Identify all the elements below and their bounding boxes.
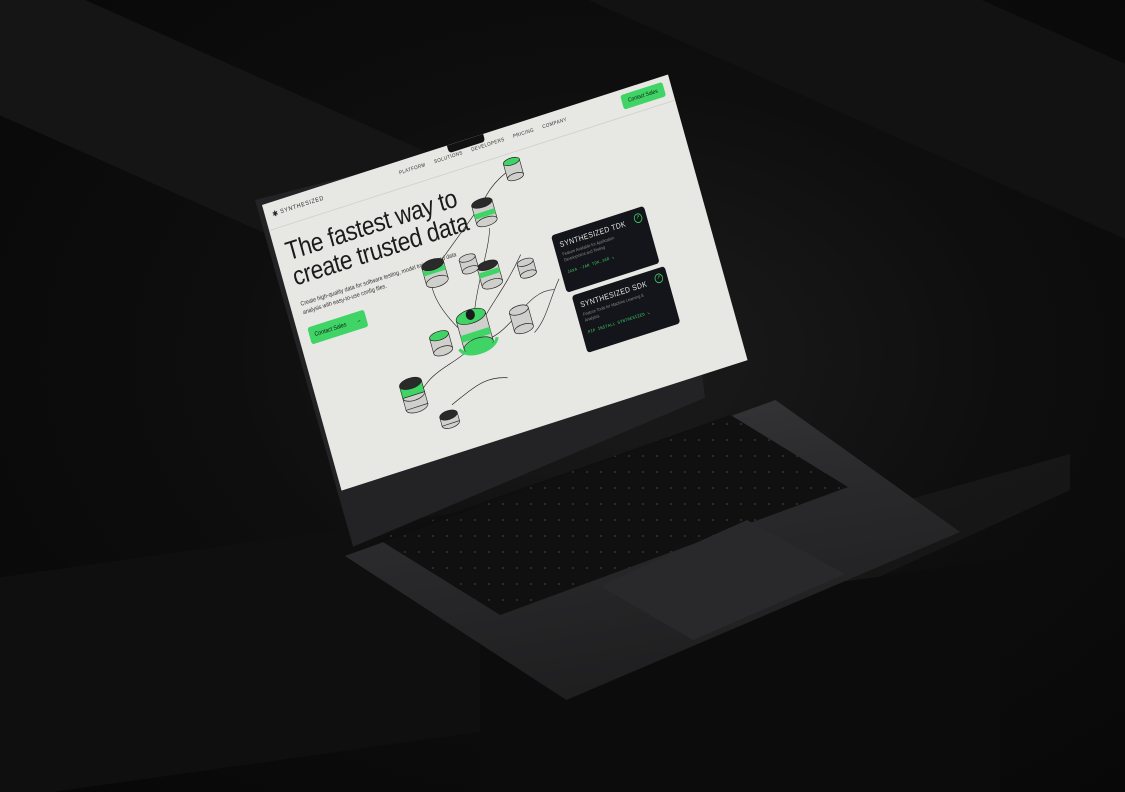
database-stack [508,304,534,335]
database-stack [476,259,504,290]
hero-cta-label: Contact Sales [313,321,348,338]
logo-icon: ✱ [271,208,280,219]
product-mockup-scene: ✱SYNTHESIZED PLATFORM SOLUTIONS DEVELOPE… [0,0,1125,792]
database-stack [516,257,537,279]
nav-link-company[interactable]: COMPANY [542,117,568,130]
database-stack [502,156,524,182]
nav-link-solutions[interactable]: SOLUTIONS [434,151,464,165]
database-stack [471,197,498,228]
database-stack [458,253,479,275]
central-hub [455,307,499,356]
nav-link-pricing[interactable]: PRICING [513,128,535,140]
database-stack [421,258,449,288]
header-contact-sales-button[interactable]: Contact Sales [619,81,667,110]
database-stack [439,409,460,429]
database-stack [429,330,454,357]
database-stack [399,376,429,414]
logo-text: SYNTHESIZED [279,195,325,216]
nav-link-platform[interactable]: PLATFORM [399,163,427,176]
